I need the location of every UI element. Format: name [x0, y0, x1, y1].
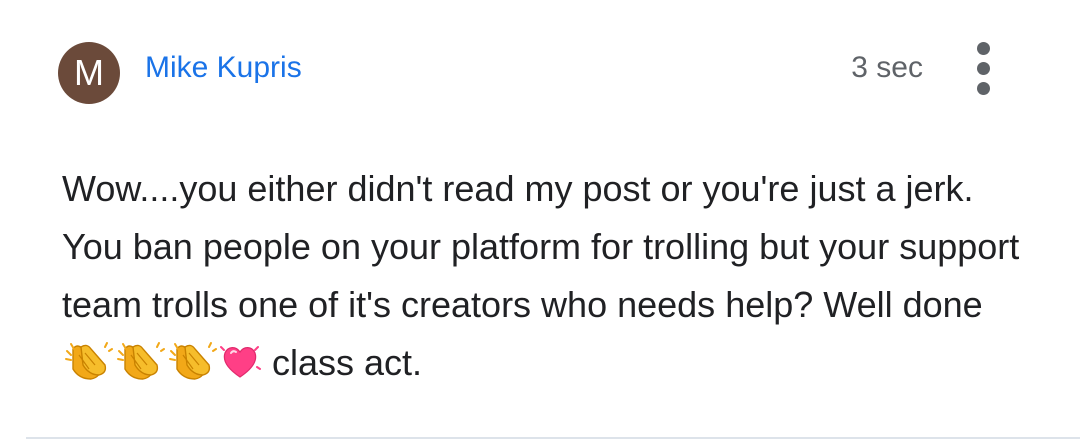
more-vertical-icon[interactable]: [967, 42, 1001, 96]
comment-text: Wow....you either didn't read my post or…: [62, 168, 1020, 325]
growing-heart-emoji-icon: [219, 340, 261, 398]
menu-dot: [977, 42, 990, 55]
avatar[interactable]: M: [58, 42, 120, 104]
clapping-hands-emoji-icon: [167, 340, 217, 398]
menu-dot: [977, 82, 990, 95]
comment-card: M Mike Kupris 3 sec Wow....you either di…: [0, 0, 1080, 441]
comment-text-end: class act.: [262, 342, 423, 383]
clapping-hands-emoji-icon: [63, 340, 113, 398]
menu-dot: [977, 62, 990, 75]
comment-body: Wow....you either didn't read my post or…: [62, 160, 1042, 398]
divider: [26, 437, 1080, 439]
comment-timestamp: 3 sec: [851, 51, 923, 84]
clapping-hands-emoji-icon: [115, 340, 165, 398]
author-name-link[interactable]: Mike Kupris: [145, 48, 302, 88]
